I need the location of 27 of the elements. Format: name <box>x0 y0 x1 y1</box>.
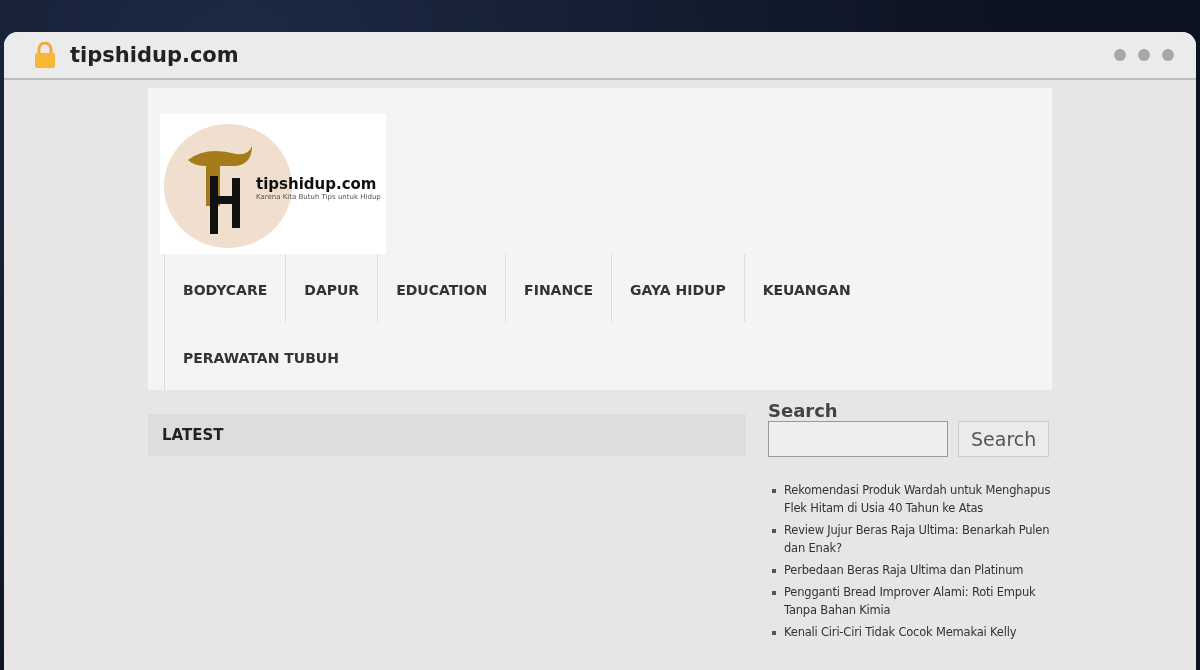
nav-link[interactable]: DAPUR <box>285 254 378 322</box>
bullet-icon <box>772 569 776 573</box>
bullet-icon <box>772 529 776 533</box>
nav-link[interactable]: FINANCE <box>505 254 611 322</box>
search-field[interactable] <box>768 421 948 457</box>
search-title: Search <box>768 400 839 421</box>
post-link[interactable]: Pengganti Bread Improver Alami: Roti Empuk Tanpa Bahan Kimia <box>784 583 1052 619</box>
bullet-icon <box>772 489 776 493</box>
bullet-icon <box>772 631 776 635</box>
window-dot[interactable] <box>1162 49 1174 61</box>
logo-title: tipshidup.com <box>256 175 377 193</box>
nav-link[interactable]: EDUCATION <box>377 254 506 322</box>
post-link[interactable]: Perbedaan Beras Raja Ultima dan Platinum <box>784 561 1024 579</box>
bullet-icon <box>772 591 776 595</box>
post-link[interactable]: Rekomendasi Produk Wardah untuk Menghapus Flek Hitam di Usia 40 Tahun ke Atas <box>784 481 1052 517</box>
section-heading: LATEST <box>148 414 746 456</box>
post-link[interactable]: Kenali Ciri-Ciri Tidak Cocok Memakai Kelly <box>784 623 1017 641</box>
nav-link[interactable]: GAYA HIDUP <box>611 254 744 322</box>
nav-link[interactable]: PERAWATAN TUBUH <box>164 322 357 390</box>
window-dot[interactable] <box>1138 49 1150 61</box>
window-dot[interactable] <box>1114 49 1126 61</box>
nav-link[interactable]: BODYCARE <box>164 254 286 322</box>
nav-link[interactable]: KEUANGAN <box>743 254 869 322</box>
post-link[interactable]: Review Jujur Beras Raja Ultima: Benarkah Pulen dan Enak? <box>784 521 1052 557</box>
search-button[interactable]: Search <box>958 421 1050 457</box>
lock-icon <box>34 42 56 68</box>
url-text[interactable]: tipshidup.com <box>70 43 1100 67</box>
